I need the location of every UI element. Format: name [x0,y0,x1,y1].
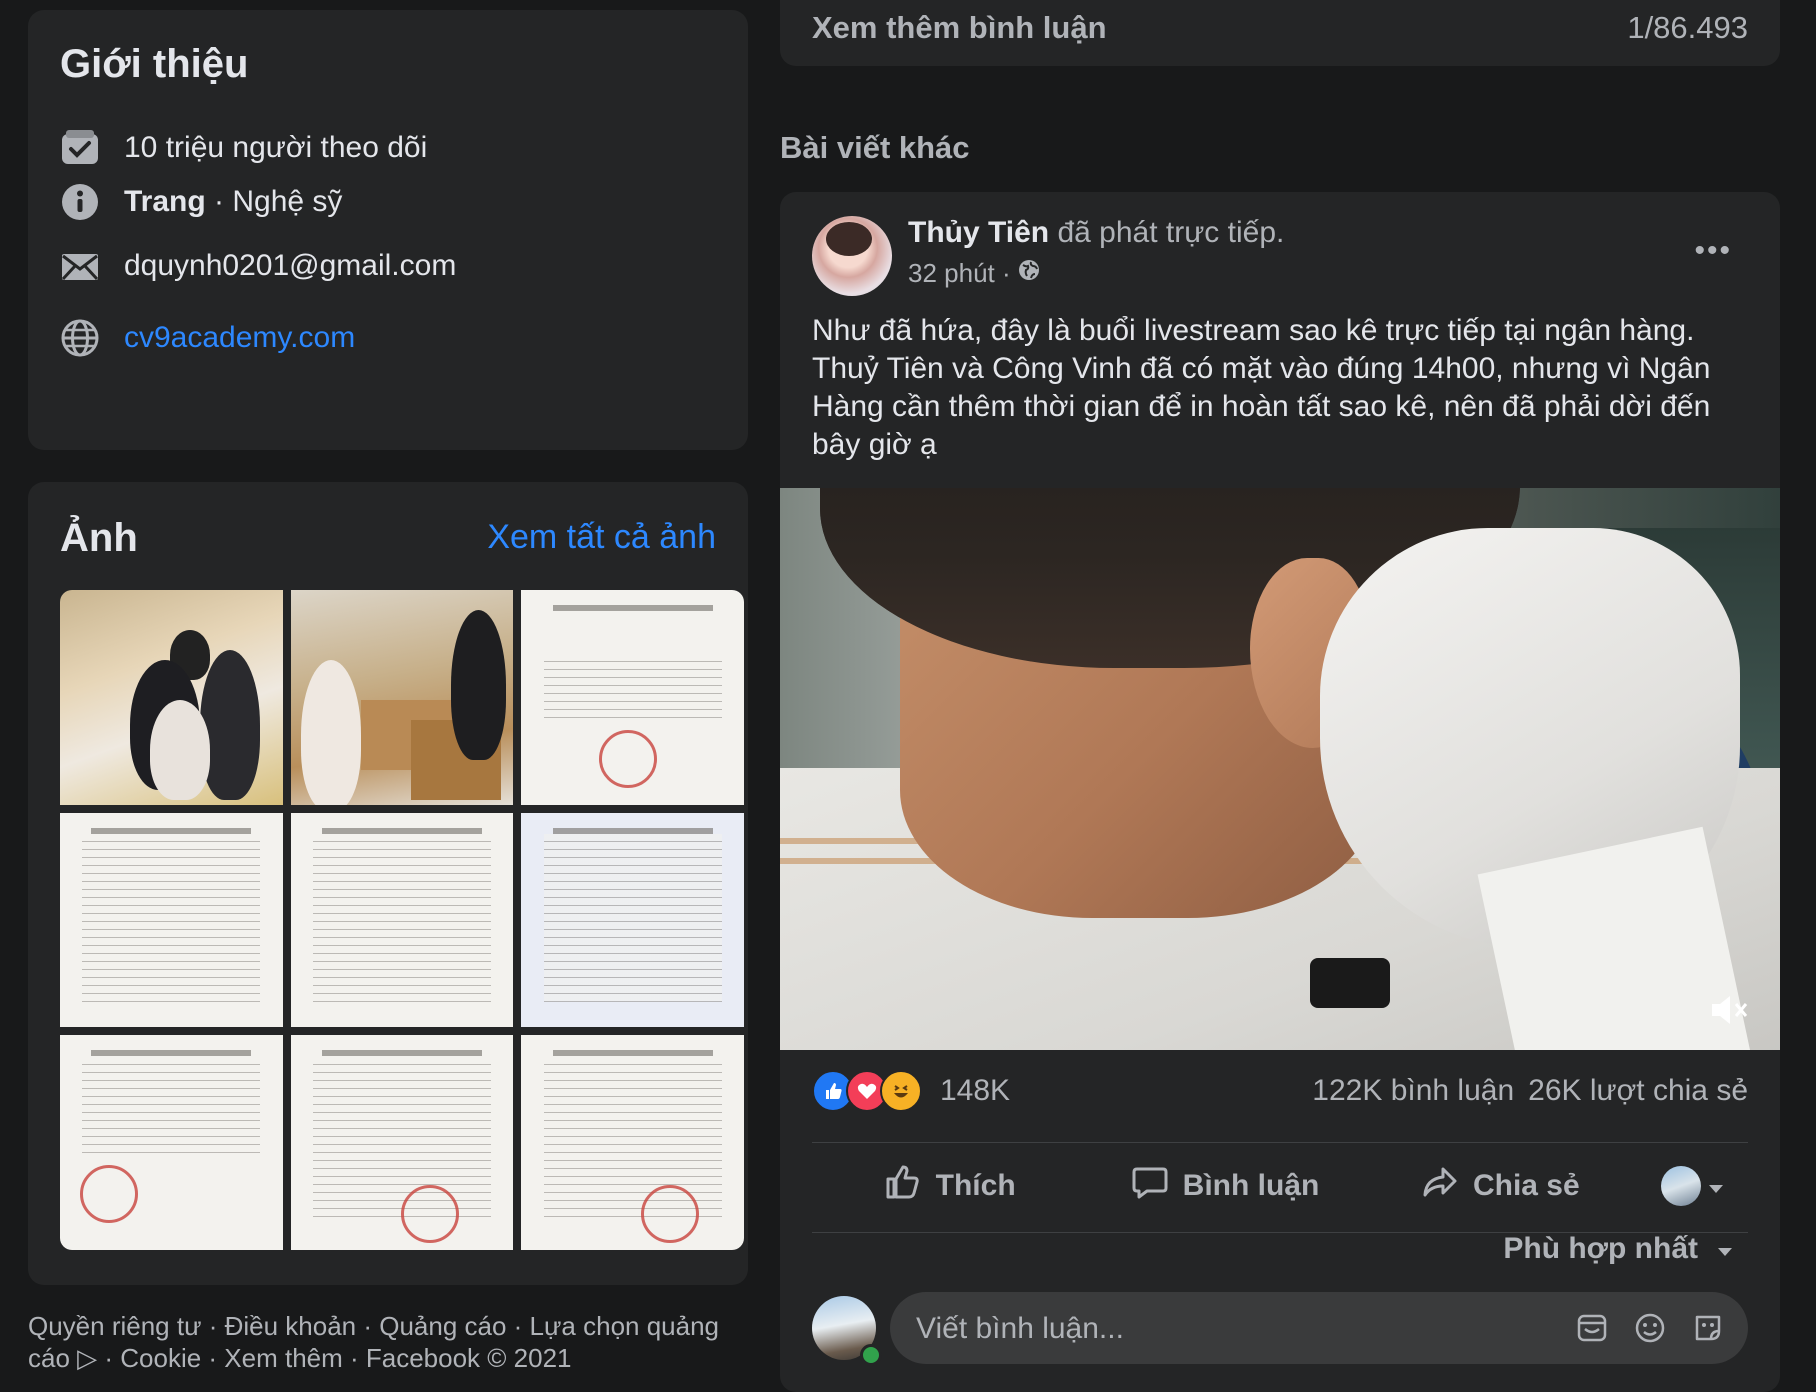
reactions-count: 148K [940,1074,1011,1107]
post-meta: 32 phút · [908,258,1041,289]
post-time[interactable]: 32 phút · [908,258,1011,289]
reactions-summary[interactable]: 148K [812,1070,1010,1112]
author-avatar[interactable] [812,216,892,296]
share-button[interactable]: Chia sẻ [1363,1163,1638,1209]
photo-thumbnail-8[interactable] [290,1035,514,1250]
see-all-photos-link[interactable]: Xem tất cả ảnh [487,518,716,557]
globe-icon [60,318,100,358]
view-more-comments-link[interactable]: Xem thêm bình luận [812,10,1107,46]
shares-count[interactable]: 26K lượt chia sẻ [1528,1074,1748,1107]
post-action-text: đã phát trực tiếp. [1049,216,1285,249]
post-text: Như đã hứa, đây là buổi livestream sao k… [812,314,1711,461]
photo-thumbnail-1[interactable] [60,590,283,805]
photo-thumbnail-6[interactable] [521,812,744,1028]
comment-sort-dropdown[interactable]: Phù hợp nhất [1503,1232,1734,1266]
divider [812,1142,1748,1143]
comments-counter: 1/86.493 [1627,10,1748,45]
sort-label: Phù hợp nhất [1503,1232,1698,1265]
email-text[interactable]: dquynh0201@gmail.com [124,249,456,283]
photo-grid [60,590,744,1250]
mute-icon[interactable] [1706,988,1750,1032]
like-label: Thích [935,1169,1016,1202]
emoji-icon[interactable] [1630,1308,1670,1348]
comment-button[interactable]: Bình luận [1087,1163,1362,1209]
sort-caret-icon [1716,1232,1734,1266]
post-card: Thủy Tiên đã phát trực tiếp. 32 phút · •… [780,192,1780,1392]
post-author-line: Thủy Tiên đã phát trực tiếp. [908,216,1284,250]
website-row: cv9academy.com [60,314,355,362]
page-type-label: Trang [124,185,206,218]
previous-post-comments-bar: Xem thêm bình luận 1/86.493 [780,0,1780,66]
photo-thumbnail-2[interactable] [290,590,514,805]
live-video[interactable] [780,488,1780,1050]
website-link[interactable]: cv9academy.com [124,321,355,355]
photo-thumbnail-4[interactable] [60,812,283,1028]
react-as-selector[interactable] [1638,1166,1748,1206]
share-label: Chia sẻ [1472,1169,1580,1202]
post-options-icon[interactable]: ••• [1694,234,1732,268]
followers-row: 10 triệu người theo dõi [60,124,427,172]
comment-bubble-icon [1131,1163,1169,1209]
other-posts-heading: Bài viết khác [780,130,970,165]
post-actions: Thích Bình luận Chia sẻ [812,1144,1748,1228]
comments-count[interactable]: 122K bình luận [1312,1074,1514,1107]
envelope-icon [60,246,100,286]
comment-box[interactable] [890,1292,1748,1366]
author-name[interactable]: Thủy Tiên [908,216,1049,249]
haha-reaction-icon [880,1070,922,1112]
thumbs-up-icon [884,1163,922,1209]
caret-down-icon [1707,1169,1725,1203]
comment-input[interactable] [914,1292,1478,1366]
share-arrow-icon [1421,1163,1459,1209]
page-category-label: · Nghệ sỹ [205,185,343,218]
avatar-sticker-icon[interactable] [1688,1308,1728,1348]
post-stats: 122K bình luận 26K lượt chia sẻ [1312,1074,1748,1108]
photos-title: Ảnh [60,516,138,560]
followers-text: 10 triệu người theo dõi [124,131,428,164]
followers-check-icon [60,128,100,168]
photo-thumbnail-3[interactable] [521,590,744,805]
photo-thumbnail-7[interactable] [60,1035,283,1250]
current-user-avatar [1660,1166,1701,1206]
photos-card: Ảnh Xem tất cả ảnh [28,482,748,1285]
sticker-icon[interactable] [1572,1308,1612,1348]
comment-label: Bình luận [1182,1169,1320,1202]
photo-thumbnail-9[interactable] [521,1035,744,1250]
email-row: dquynh0201@gmail.com [60,242,456,290]
photo-thumbnail-5[interactable] [290,812,514,1028]
page-type-row: Trang · Nghệ sỹ [60,178,342,226]
online-status-dot [860,1344,882,1366]
info-icon [60,182,100,222]
intro-card: Giới thiệu 10 triệu người theo dõi Trang… [28,10,748,450]
like-button[interactable]: Thích [812,1163,1087,1209]
public-globe-icon [1017,258,1041,289]
footer-links[interactable]: Quyền riêng tư · Điều khoản · Quảng cáo … [28,1310,748,1374]
intro-title: Giới thiệu [60,42,249,86]
